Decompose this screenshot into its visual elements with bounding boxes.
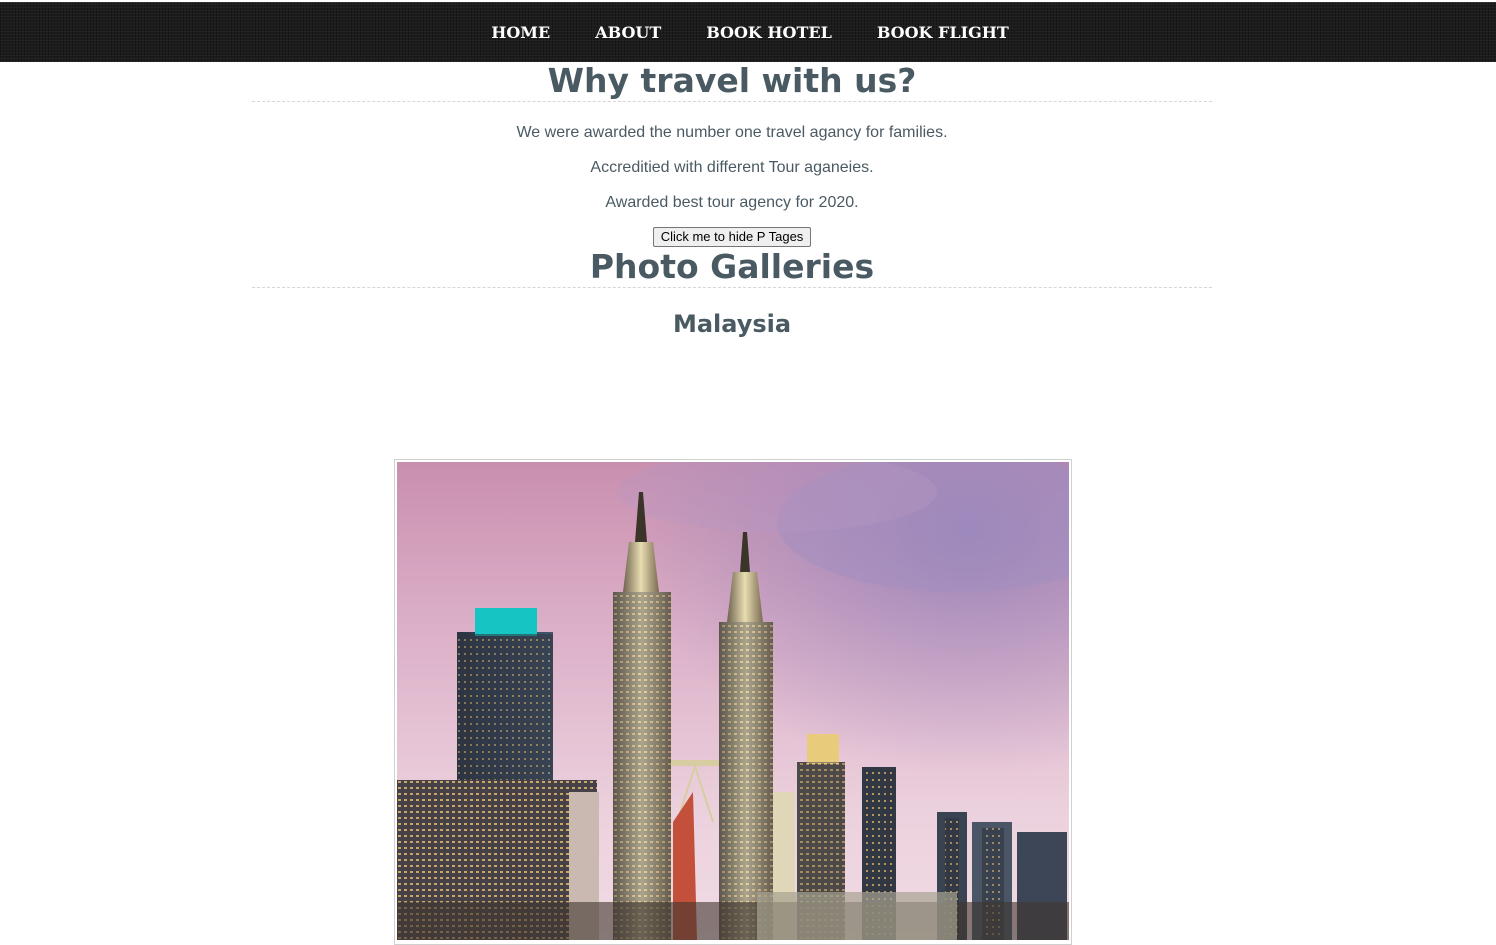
top-navigation-bar: HOME ABOUT BOOK HOTEL BOOK FLIGHT [0,2,1496,62]
intro-line-3: Awarded best tour agency for 2020. [605,194,859,211]
nav-link-book-flight[interactable]: BOOK FLIGHT [877,23,1009,42]
intro-line-1: We were awarded the number one travel ag… [516,124,948,141]
hide-paragraphs-button[interactable]: Click me to hide P Tages [652,227,812,247]
nav-link-home[interactable]: HOME [491,23,550,42]
main-nav: HOME ABOUT BOOK HOTEL BOOK FLIGHT [0,3,1496,62]
city-skyline-photo-icon [397,462,1069,940]
nav-link-book-hotel[interactable]: BOOK HOTEL [706,23,832,42]
country-heading-malaysia: Malaysia [672,310,792,338]
malaysia-photo [394,459,1072,945]
photo-galleries-heading: Photo Galleries [252,247,1212,288]
nav-link-about[interactable]: ABOUT [595,23,661,42]
intro-line-2: Accreditied with different Tour aganeies… [590,159,874,176]
why-travel-heading: Why travel with us? [252,61,1212,102]
main-content: Why travel with us? We were awarded the … [252,61,1212,945]
